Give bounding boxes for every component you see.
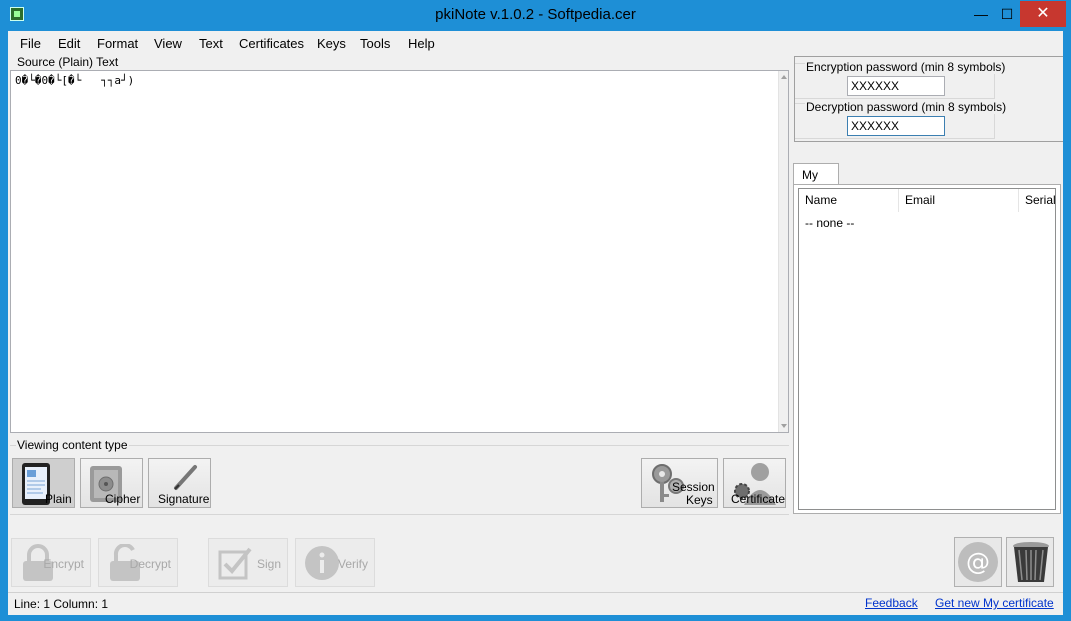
- encryption-password-label: Encryption password (min 8 symbols): [805, 60, 1007, 74]
- get-certificate-link[interactable]: Get new My certificate: [935, 596, 1054, 610]
- cipher-view-button[interactable]: Cipher: [80, 458, 143, 508]
- email-button[interactable]: @: [954, 537, 1002, 587]
- menu-text[interactable]: Text: [199, 36, 223, 51]
- scroll-down-icon[interactable]: [781, 424, 787, 428]
- sign-label: Sign: [256, 557, 281, 571]
- encrypt-label: Encrypt: [43, 557, 84, 571]
- certificates-list[interactable]: Name Email Serial N -- none --: [798, 188, 1056, 510]
- menu-file[interactable]: File: [20, 36, 41, 51]
- delete-button[interactable]: [1006, 537, 1054, 587]
- password-group: Encryption password (min 8 symbols) XXXX…: [794, 56, 1063, 142]
- menu-certificates[interactable]: Certificates: [239, 36, 304, 51]
- info-icon: [305, 546, 339, 580]
- close-button[interactable]: ✕: [1020, 1, 1066, 27]
- menu-help[interactable]: Help: [408, 36, 435, 51]
- signature-view-button[interactable]: Signature: [148, 458, 211, 508]
- decrypt-button[interactable]: Decrypt: [98, 538, 178, 587]
- scroll-up-icon[interactable]: [781, 75, 787, 79]
- keys-label: Keys: [686, 493, 713, 507]
- decryption-password-input[interactable]: XXXXXX: [847, 116, 945, 136]
- plain-view-button[interactable]: Plain: [12, 458, 75, 508]
- certificates-tab-panel: Name Email Serial N -- none --: [793, 184, 1061, 514]
- sign-button[interactable]: Sign: [208, 538, 288, 587]
- pen-icon: [174, 465, 197, 490]
- decrypt-label: Decrypt: [129, 557, 171, 571]
- tab-my[interactable]: My: [793, 163, 839, 185]
- menu-tools[interactable]: Tools: [360, 36, 390, 51]
- source-text-editor[interactable]: 0�└�0�└[�└ ┐┐a┘): [10, 70, 789, 433]
- encrypt-button[interactable]: Encrypt: [11, 538, 91, 587]
- verify-button[interactable]: Verify: [295, 538, 375, 587]
- list-item[interactable]: -- none --: [805, 216, 854, 230]
- editor-scrollbar[interactable]: [778, 71, 788, 432]
- verify-label: Verify: [337, 557, 368, 571]
- checkbox-pen-icon: [218, 547, 252, 580]
- window-title: pkiNote v.1.0.2 - Softpedia.cer: [435, 6, 636, 23]
- plain-label: Plain: [45, 492, 72, 506]
- column-name[interactable]: Name: [799, 189, 899, 212]
- menu-bar: File Edit Format View Text Certificates …: [8, 31, 788, 53]
- feedback-link[interactable]: Feedback: [865, 596, 918, 610]
- maximize-button[interactable]: ☐: [994, 1, 1020, 27]
- source-text-content: 0�└�0�└[�└ ┐┐a┘): [15, 74, 135, 87]
- decryption-password-label: Decryption password (min 8 symbols): [805, 100, 1008, 114]
- menu-keys[interactable]: Keys: [317, 36, 346, 51]
- column-serial[interactable]: Serial N: [1019, 189, 1055, 212]
- cipher-label: Cipher: [105, 492, 141, 506]
- menu-edit[interactable]: Edit: [58, 36, 80, 51]
- client-area: File Edit Format View Text Certificates …: [8, 31, 1063, 615]
- at-sign-icon: @: [958, 542, 998, 582]
- trash-icon: [1013, 542, 1049, 582]
- session-keys-button[interactable]: Session Keys: [641, 458, 718, 508]
- signature-label: Signature: [158, 492, 210, 506]
- minimize-button[interactable]: —: [968, 1, 994, 27]
- viewing-label: Viewing content type: [16, 438, 129, 452]
- certificate-view-button[interactable]: Certificate: [723, 458, 786, 508]
- svg-text:@: @: [966, 548, 990, 576]
- column-email[interactable]: Email: [899, 189, 1019, 212]
- source-label: Source (Plain) Text: [16, 55, 120, 69]
- menu-format[interactable]: Format: [97, 36, 138, 51]
- separator-line: [10, 514, 789, 515]
- certificate-label: Certificate: [731, 492, 786, 506]
- session-label: Session: [672, 480, 715, 494]
- encryption-password-input[interactable]: XXXXXX: [847, 76, 945, 96]
- cursor-position: Line: 1 Column: 1: [14, 597, 109, 611]
- status-bar: Line: 1 Column: 1 Feedback Get new My ce…: [8, 592, 1063, 615]
- menu-view[interactable]: View: [154, 36, 182, 51]
